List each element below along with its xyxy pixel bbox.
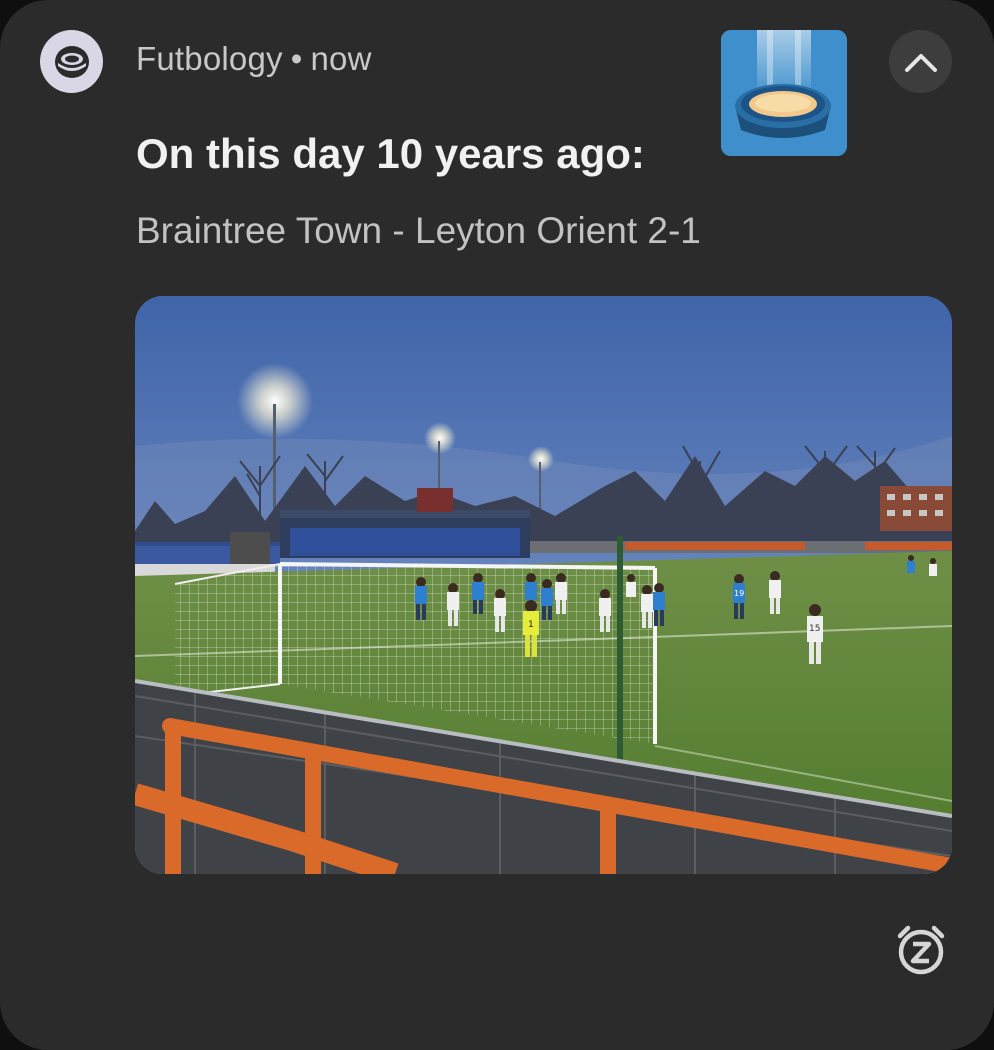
notification-title: On this day 10 years ago: (136, 130, 645, 177)
football-match-photo[interactable]: 1 19 15 (135, 296, 952, 874)
snooze-alarm-icon (897, 925, 945, 975)
chevron-up-icon (904, 53, 937, 72)
app-icon (40, 30, 103, 93)
collapse-button[interactable] (889, 30, 952, 93)
app-name: Futbology (136, 40, 283, 77)
svg-text:15: 15 (809, 624, 820, 634)
notification-text: Braintree Town - Leyton Orient 2-1 (136, 210, 701, 251)
snooze-button[interactable] (893, 922, 949, 978)
notification-time: now (310, 40, 372, 77)
svg-text:19: 19 (734, 589, 744, 598)
stadium-illustration-icon (721, 30, 847, 156)
svg-text:1: 1 (528, 620, 534, 630)
header-separator: • (290, 40, 303, 77)
match-scene: 1 19 15 (135, 296, 952, 874)
stadium-logo-icon (54, 45, 89, 78)
notification-thumbnail (721, 30, 847, 156)
notification-header: Futbology • now (136, 40, 372, 78)
notification-card[interactable]: Futbology • now On this day 10 years ago: … (0, 0, 994, 1050)
